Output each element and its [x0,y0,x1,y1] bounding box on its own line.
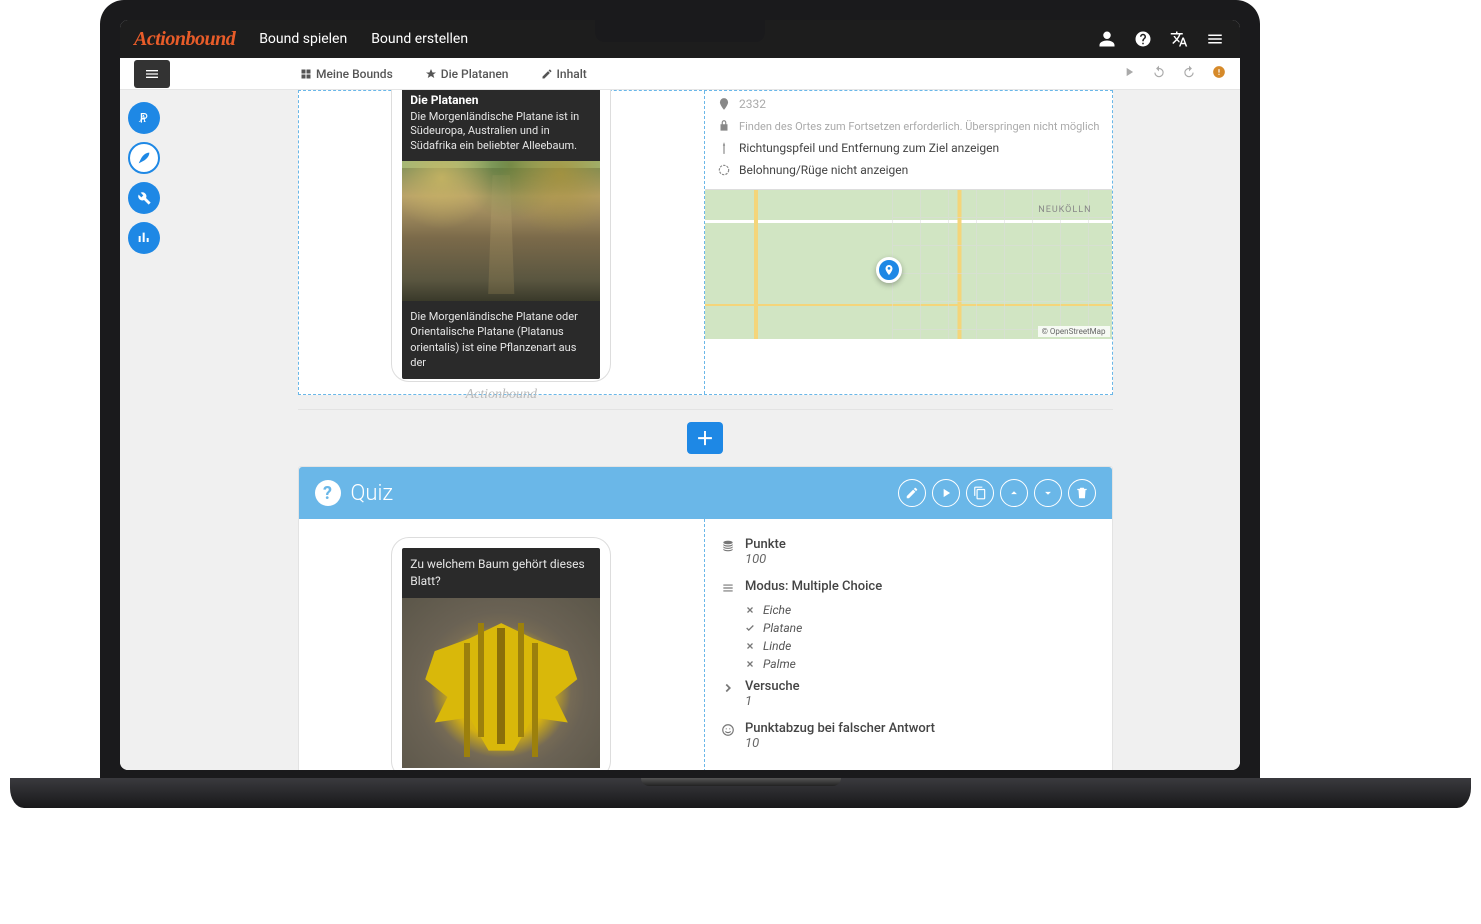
sub-actions [1122,65,1226,82]
location-panel: Allwald, integrale landkunde kulmis Hinw… [298,90,1113,395]
quiz-icon: ? [315,480,341,506]
quiz-details: Punkte 100 Modus: Multiple Choice Eiche [705,519,1112,770]
quiz-question: Zu welchem Baum gehört dieses Blatt? [402,548,600,598]
map-district-label: NEUKÖLLN [1038,205,1091,215]
redo-icon[interactable] [1182,65,1196,82]
tab-my-bounds-label: Meine Bounds [316,67,393,81]
attempts-icon [721,681,735,695]
laptop-base [10,778,1471,808]
side-btn-stats[interactable] [128,222,160,254]
reward-text: Belohnung/Rüge nicht anzeigen [739,163,908,177]
circle-icon [717,163,731,177]
quiz-card-header: ? Quiz [299,467,1112,519]
penalty-label: Punktabzug bei falscher Antwort [745,721,935,736]
phone-preview-2: Zu welchem Baum gehört dieses Blatt? [391,537,611,770]
menu-icon[interactable] [1204,28,1226,50]
tab-inhalt[interactable]: Inhalt [541,67,587,81]
add-element-button[interactable]: ＋ [687,422,723,454]
tab-inhalt-label: Inhalt [557,67,587,81]
svg-text:A: A [138,114,146,125]
move-down-button[interactable] [1034,479,1062,507]
arrow-icon [717,141,731,155]
arrow-distance-text: Richtungspfeil und Entfernung zum Ziel a… [739,141,999,155]
edit-button[interactable] [898,479,926,507]
coord-number: 2332 [739,97,766,111]
side-btn-wrench[interactable] [128,182,160,214]
mode-icon [721,581,735,595]
undo-icon[interactable] [1152,65,1166,82]
play-icon[interactable] [1122,65,1136,82]
app-screen: Actionbound Bound spielen Bound erstelle… [120,20,1240,770]
choice-item: Linde [745,637,1096,655]
quiz-preview: Zu welchem Baum gehört dieses Blatt? [299,519,706,770]
language-icon[interactable] [1168,28,1190,50]
map-preview[interactable]: NEUKÖLLN © OpenStreetMap [705,189,1112,339]
play-button[interactable] [932,479,960,507]
attempts-value: 1 [745,694,800,709]
tab-my-bounds[interactable]: Meine Bounds [300,67,393,81]
penalty-icon [721,723,735,737]
choice-item: Platane [745,619,1096,637]
map-attribution: © OpenStreetMap [1038,326,1110,337]
side-btn-letter[interactable]: A [128,102,160,134]
sub-bar: Meine Bounds Die Platanen Inhalt [120,58,1240,90]
quiz-card-body: Zu welchem Baum gehört dieses Blatt? Pun… [299,519,1112,770]
brand-logo[interactable]: Actionbound [134,28,235,51]
quiz-title: Quiz [351,481,394,506]
user-icon[interactable] [1096,28,1118,50]
phone-image-tree [402,161,600,301]
location-panel-preview: Allwald, integrale landkunde kulmis Hinw… [299,91,706,394]
phone-preview-1: Allwald, integrale landkunde kulmis Hinw… [391,90,611,382]
mode-label: Modus: Multiple Choice [745,579,882,594]
location-panel-details: 2332 Finden des Ortes zum Fortsetzen erf… [705,91,1112,394]
phone-image-leaf [402,598,600,768]
attempts-label: Versuche [745,679,800,694]
laptop-frame: Actionbound Bound spielen Bound erstelle… [100,0,1260,790]
nav-create[interactable]: Bound erstellen [371,31,468,47]
hamburger-button[interactable] [134,60,170,88]
delete-button[interactable] [1068,479,1096,507]
find-required-text: Finden des Ortes zum Fortsetzen erforder… [739,120,1099,133]
choice-item: Palme [745,655,1096,673]
nav-play[interactable]: Bound spielen [259,31,347,47]
points-icon [721,539,735,553]
wrong-icon [745,641,755,651]
phone-line-3: Die Morgenländische Platane oder Orienta… [402,301,600,379]
side-btn-feather[interactable] [128,142,160,174]
correct-icon [745,623,755,633]
choices-list: Eiche Platane Linde Palme [745,601,1096,673]
phone-title: Die Platanen [410,93,592,109]
points-label: Punkte [745,537,786,552]
warning-icon[interactable] [1212,65,1226,82]
side-nav: A [128,102,160,254]
phone-line-1: Hinweise beherrigbis, und gibts [410,90,592,91]
divider [298,409,1113,410]
move-up-button[interactable] [1000,479,1028,507]
points-value: 100 [745,552,786,567]
pin-small-icon [717,97,731,111]
quiz-card-actions [898,479,1096,507]
lock-icon [717,119,731,133]
wrong-icon [745,659,755,669]
penalty-value: 10 [745,736,935,751]
wrong-icon [745,605,755,615]
copy-button[interactable] [966,479,994,507]
quiz-card: ? Quiz [298,466,1113,770]
phone-line-2: Die Morgenländische Platane ist in Südeu… [410,110,592,153]
map-pin-icon[interactable] [876,257,902,283]
laptop-notch [595,20,765,42]
choice-item: Eiche [745,601,1096,619]
phone-brand: Actionbound [402,379,600,403]
tab-die-platanen-label: Die Platanen [441,67,509,81]
help-icon[interactable] [1132,28,1154,50]
tab-die-platanen[interactable]: Die Platanen [425,67,509,81]
content-area: A Allwald, integrale landkunde kulmis Hi… [120,90,1240,770]
